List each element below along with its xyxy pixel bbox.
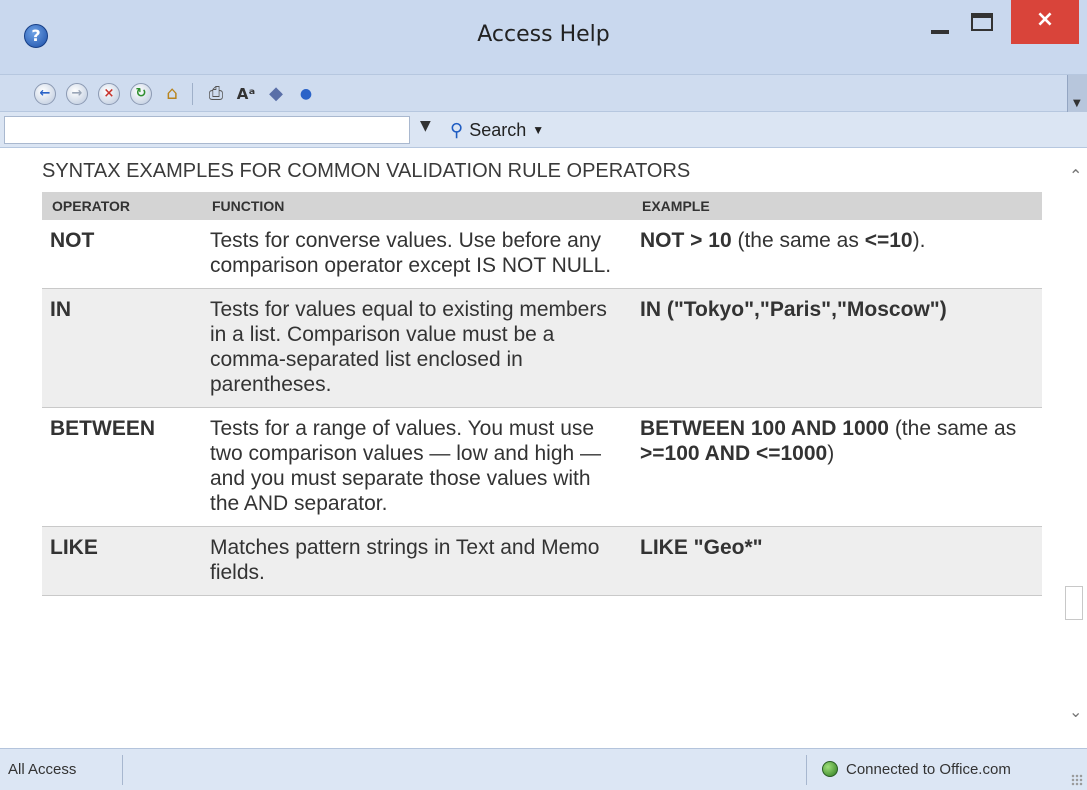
search-bar: ▼ ⚲ Search ▼: [0, 112, 1087, 148]
scroll-up-icon[interactable]: ⌃: [1069, 166, 1082, 185]
globe-icon: [822, 761, 838, 777]
forward-icon[interactable]: →: [66, 83, 88, 105]
close-button[interactable]: ×: [1011, 0, 1079, 44]
title-bar: ? Access Help ×: [0, 0, 1087, 74]
table-row: IN Tests for values equal to existing me…: [42, 288, 1042, 408]
refresh-icon[interactable]: ↻: [130, 83, 152, 105]
minimize-button[interactable]: [914, 0, 968, 44]
maximize-icon: [971, 13, 993, 31]
operator-cell: NOT: [42, 220, 202, 289]
example-code: IN ("Tokyo","Paris","Moscow"): [640, 298, 947, 321]
search-input[interactable]: [4, 116, 410, 144]
example-cell: LIKE "Geo*": [632, 526, 1042, 596]
toolbar: ← → × ↻ ⌂ ⎙ Aᵃ ◆ ● ▼: [0, 74, 1087, 113]
example-text: (the same as: [731, 229, 865, 252]
function-cell: Matches pattern strings in Text and Memo…: [202, 526, 632, 596]
pin-icon[interactable]: ●: [294, 82, 318, 106]
chevron-down-icon: ▼: [532, 123, 545, 137]
scrollbar-thumb[interactable]: [1065, 586, 1083, 620]
function-cell: Tests for values equal to existing membe…: [202, 288, 632, 408]
operators-table: OPERATOR FUNCTION EXAMPLE NOT Tests for …: [42, 192, 1042, 596]
scope-status[interactable]: All Access: [8, 761, 76, 778]
table-heading: SYNTAX EXAMPLES FOR COMMON VALIDATION RU…: [42, 160, 691, 182]
table-header-row: OPERATOR FUNCTION EXAMPLE: [42, 192, 1042, 220]
example-code: NOT > 10: [640, 229, 732, 252]
example-code: LIKE "Geo*": [640, 536, 763, 559]
stop-icon[interactable]: ×: [98, 83, 120, 105]
status-bar: All Access Connected to Office.com: [0, 748, 1087, 790]
back-icon[interactable]: ←: [34, 83, 56, 105]
print-icon[interactable]: ⎙: [204, 82, 228, 106]
connection-status[interactable]: Connected to Office.com: [846, 761, 1011, 778]
column-header-function: FUNCTION: [202, 192, 632, 220]
function-cell: Tests for a range of values. You must us…: [202, 407, 632, 527]
operator-cell: BETWEEN: [42, 407, 202, 527]
example-cell: IN ("Tokyo","Paris","Moscow"): [632, 288, 1042, 408]
home-icon[interactable]: ⌂: [160, 82, 184, 106]
example-text: (the same as: [888, 417, 1017, 440]
example-code: BETWEEN 100 AND 1000: [640, 417, 889, 440]
scroll-down-icon[interactable]: ⌄: [1069, 702, 1082, 721]
close-icon: ×: [1035, 7, 1055, 32]
book-icon[interactable]: ◆: [264, 82, 288, 106]
minimize-icon: [931, 30, 949, 34]
chevron-down-icon: ▼: [1073, 98, 1081, 109]
column-header-operator: OPERATOR: [42, 192, 202, 220]
search-scope-dropdown-icon[interactable]: ▼: [420, 118, 431, 134]
status-divider: [122, 755, 123, 785]
table-row: BETWEEN Tests for a range of values. You…: [42, 407, 1042, 527]
function-cell: Tests for converse values. Use before an…: [202, 220, 632, 289]
table-row: NOT Tests for converse values. Use befor…: [42, 220, 1042, 289]
column-header-example: EXAMPLE: [632, 192, 1042, 220]
search-button[interactable]: ⚲ Search ▼: [450, 117, 544, 143]
example-text: ).: [912, 229, 926, 252]
search-button-label: Search: [469, 119, 527, 140]
operator-cell: LIKE: [42, 526, 202, 596]
vertical-scrollbar[interactable]: ⌃ ⌄: [1065, 148, 1087, 748]
table-row: LIKE Matches pattern strings in Text and…: [42, 526, 1042, 596]
example-cell: NOT > 10 (the same as <=10).: [632, 220, 1042, 289]
example-code: >=100 AND <=1000: [640, 442, 828, 465]
example-text: ): [827, 442, 835, 465]
search-icon: ⚲: [450, 119, 464, 140]
help-content: SYNTAX EXAMPLES FOR COMMON VALIDATION RU…: [0, 148, 1065, 748]
text-size-icon[interactable]: Aᵃ: [234, 82, 258, 106]
toolbar-overflow-button[interactable]: ▼: [1067, 75, 1087, 113]
status-divider: [806, 755, 807, 785]
resize-grip-icon[interactable]: [1071, 774, 1083, 786]
operator-cell: IN: [42, 288, 202, 408]
example-code: <=10: [864, 229, 913, 252]
maximize-button[interactable]: [968, 0, 1012, 44]
toolbar-divider: [192, 83, 193, 105]
example-cell: BETWEEN 100 AND 1000 (the same as >=100 …: [632, 407, 1042, 527]
